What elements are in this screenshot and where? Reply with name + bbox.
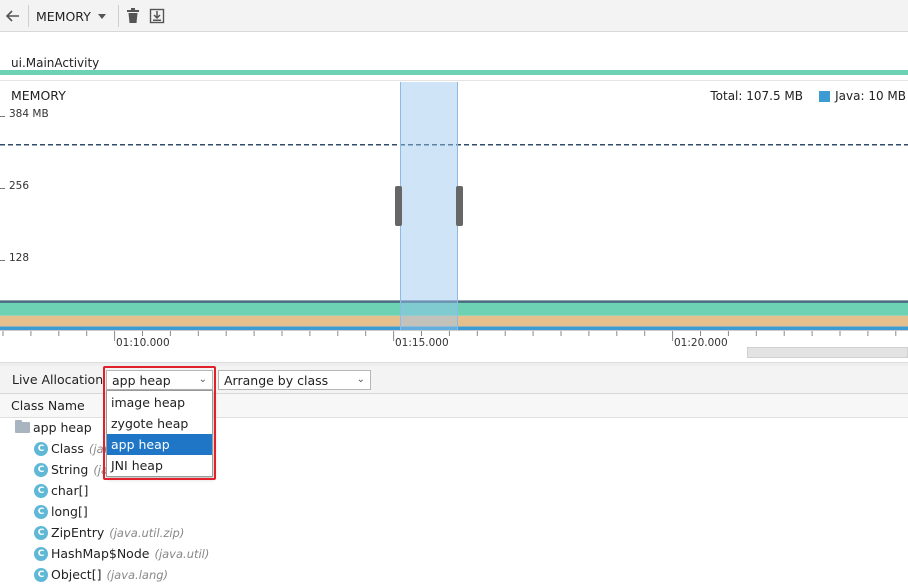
time-tick-label: 01:20.000	[674, 337, 728, 349]
class-name: String	[51, 462, 89, 477]
tree-root-label: app heap	[33, 420, 92, 435]
class-name: ZipEntry	[51, 525, 105, 540]
horizontal-scrollbar[interactable]	[747, 347, 908, 358]
column-header-label: Class Name	[11, 398, 85, 413]
y-tick-mark	[0, 260, 5, 261]
class-icon: C	[34, 441, 48, 456]
memory-chart-title: MEMORY	[11, 88, 66, 103]
monitor-selector[interactable]: MEMORY	[36, 7, 106, 25]
y-tick-label: 256	[9, 180, 30, 192]
heap-select[interactable]: app heap ⌄	[106, 370, 213, 390]
class-name: HashMap$Node	[51, 546, 150, 561]
legend-java-label: Java: 10 MB	[835, 89, 906, 103]
trash-icon[interactable]	[124, 7, 142, 25]
heap-option-image[interactable]: image heap	[107, 392, 212, 413]
monitor-selector-label: MEMORY	[36, 8, 91, 24]
memory-total-label: Total: 107.5 MB	[710, 89, 803, 103]
legend-swatch-java	[819, 90, 831, 102]
class-name: Class	[51, 441, 84, 456]
chevron-down-icon: ⌄	[198, 374, 207, 385]
class-package: (java.util.zip)	[109, 525, 185, 540]
save-download-icon[interactable]	[148, 7, 166, 25]
caret-down-icon	[97, 14, 106, 19]
class-icon: C	[34, 462, 48, 477]
class-row[interactable]: C char[]	[34, 480, 88, 501]
heap-option-jni[interactable]: JNI heap	[107, 455, 212, 476]
class-name: long[]	[51, 504, 88, 519]
folder-icon	[15, 420, 30, 433]
tree-root[interactable]: app heap	[15, 417, 92, 438]
activity-label: ui.MainActivity	[11, 56, 100, 70]
chevron-down-icon: ⌄	[356, 374, 365, 385]
live-allocation-label: Live Allocation	[12, 372, 104, 387]
class-icon: C	[34, 483, 48, 498]
class-package: (java.lang)	[106, 567, 169, 582]
class-package: (java.util)	[154, 546, 210, 561]
toolbar: MEMORY	[0, 0, 908, 32]
y-tick-label: 384 MB	[9, 108, 49, 120]
heap-dropdown-menu: image heap zygote heap app heap JNI heap	[106, 390, 213, 477]
selection-left-handle[interactable]	[395, 186, 402, 226]
toolbar-divider	[118, 5, 119, 27]
class-icon: C	[34, 546, 48, 561]
class-icon: C	[34, 525, 48, 540]
back-arrow-icon[interactable]	[3, 6, 23, 26]
divider	[0, 80, 908, 81]
time-tick-label: 01:10.000	[116, 337, 170, 349]
legend-java: Java: 10 MB	[819, 89, 906, 103]
y-tick-mark	[0, 116, 5, 117]
class-name: char[]	[51, 483, 89, 498]
class-row[interactable]: C Object[] (java.lang)	[34, 564, 168, 585]
arrange-select[interactable]: Arrange by class ⌄	[218, 370, 371, 390]
time-tick-label: 01:15.000	[395, 337, 449, 349]
class-name: Object[]	[51, 567, 102, 582]
class-row[interactable]: C long[]	[34, 501, 88, 522]
class-icon: C	[34, 567, 48, 582]
heap-option-app[interactable]: app heap	[107, 434, 212, 455]
selection-right-handle[interactable]	[456, 186, 463, 226]
heap-option-zygote[interactable]: zygote heap	[107, 413, 212, 434]
class-icon: C	[34, 504, 48, 519]
class-row[interactable]: C HashMap$Node (java.util)	[34, 543, 209, 564]
arrange-select-value: Arrange by class	[224, 372, 329, 388]
class-row[interactable]: C ZipEntry (java.util.zip)	[34, 522, 184, 543]
heap-select-value: app heap	[112, 372, 171, 388]
y-tick-mark	[0, 188, 5, 189]
toolbar-divider	[28, 5, 29, 27]
activity-bar	[0, 70, 908, 75]
time-selection-range[interactable]	[400, 82, 458, 330]
y-tick-label: 128	[9, 252, 30, 264]
